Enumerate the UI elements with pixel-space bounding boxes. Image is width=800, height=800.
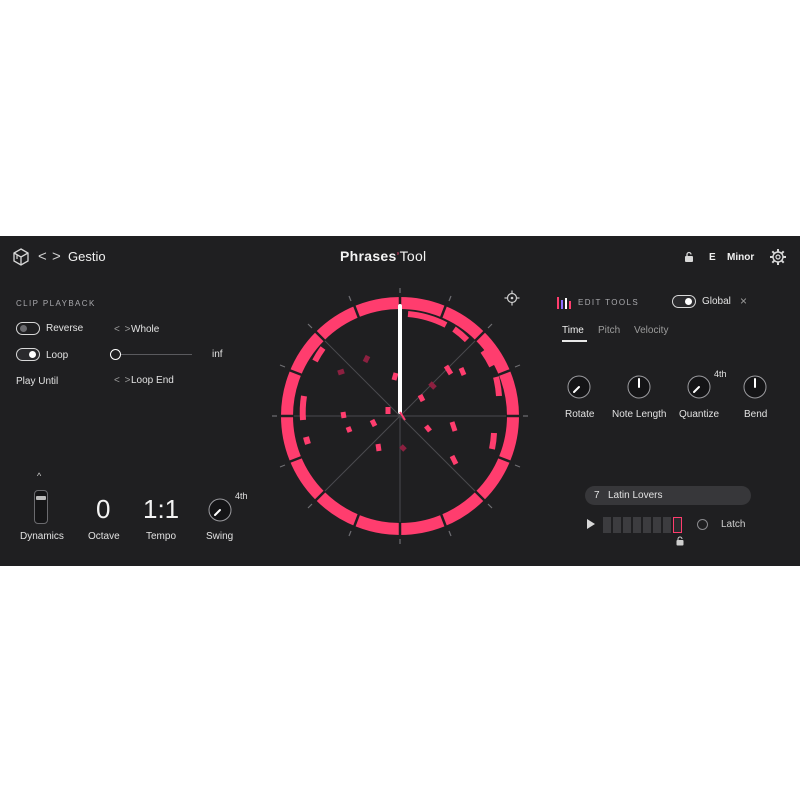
swing-knob[interactable] (207, 497, 233, 523)
reverse-toggle[interactable] (16, 322, 40, 335)
note-length-knob[interactable] (626, 374, 652, 400)
phrase-segment[interactable] (613, 517, 622, 533)
octave-value[interactable]: 0 (96, 494, 110, 525)
whole-selector[interactable]: Whole (131, 324, 159, 335)
key-root-selector[interactable]: E (709, 252, 716, 263)
phrase-name: Latin Lovers (608, 490, 663, 501)
swing-label: Swing (206, 531, 234, 542)
loop-slider-thumb[interactable] (110, 349, 121, 360)
phrase-segment-active[interactable] (673, 517, 682, 533)
dynamics-handle[interactable] (36, 496, 46, 500)
latch-label: Latch (721, 519, 746, 530)
phrase-segment[interactable] (603, 517, 612, 533)
inf-value: inf (212, 349, 223, 360)
quantize-value: 4th (714, 369, 727, 379)
cube-logo-icon[interactable] (12, 248, 30, 266)
phrase-segment[interactable] (623, 517, 632, 533)
octave-label: Octave (88, 531, 120, 542)
tempo-label: Tempo (146, 531, 177, 542)
phrase-number: 7 (594, 490, 600, 501)
next-preset-button[interactable]: > (52, 248, 61, 265)
tab-pitch[interactable]: Pitch (598, 325, 620, 336)
phrase-segment[interactable] (633, 517, 642, 533)
note-length-label: Note Length (612, 409, 667, 420)
loop-slider-track[interactable] (116, 354, 192, 355)
whole-chevron-icon[interactable]: < > (114, 324, 131, 335)
phrase-segment[interactable] (653, 517, 662, 533)
bend-label: Bend (744, 409, 768, 420)
phrase-segment[interactable] (663, 517, 672, 533)
lock-icon[interactable] (684, 251, 694, 263)
edit-tools-icon (557, 297, 571, 309)
rotate-label: Rotate (565, 409, 595, 420)
app-title: PhrasesʼTool (340, 248, 426, 264)
edit-tools-title: EDIT TOOLS (578, 298, 640, 307)
crosshair-icon[interactable] (504, 290, 520, 306)
swing-value: 4th (235, 491, 248, 501)
clip-playback-title: CLIP PLAYBACK (16, 299, 96, 308)
play-until-label: Play Until (16, 376, 59, 387)
tempo-value[interactable]: 1:1 (143, 494, 179, 525)
preset-name[interactable]: Gestio (68, 249, 106, 264)
play-icon[interactable] (586, 518, 596, 530)
phrase-segment[interactable] (643, 517, 652, 533)
global-label: Global (702, 296, 731, 307)
reverse-label: Reverse (46, 323, 84, 334)
loop-label: Loop (46, 350, 69, 361)
bend-knob[interactable] (742, 374, 768, 400)
tab-velocity[interactable]: Velocity (634, 325, 668, 336)
key-scale-selector[interactable]: Minor (727, 252, 754, 263)
close-icon[interactable]: × (740, 294, 747, 308)
rotate-knob[interactable] (566, 374, 592, 400)
app-title-light: Tool (399, 248, 427, 264)
tab-time[interactable]: Time (562, 325, 584, 336)
reverse-toggle-knob (20, 325, 27, 332)
loop-toggle[interactable] (16, 348, 40, 361)
global-toggle-knob (685, 298, 692, 305)
active-tab-underline (562, 340, 587, 342)
segment-lock-icon[interactable] (676, 536, 684, 546)
previous-preset-button[interactable]: < (38, 248, 47, 265)
quantize-knob[interactable] (686, 374, 712, 400)
loop-end-chevron-icon[interactable]: < > (114, 375, 131, 386)
phrase-wheel[interactable] (268, 284, 532, 548)
global-toggle[interactable] (672, 295, 696, 308)
dynamics-label: Dynamics (20, 531, 64, 542)
app-title-bold: Phrases (340, 248, 397, 264)
latch-toggle[interactable] (697, 519, 708, 530)
gear-icon[interactable] (769, 248, 787, 266)
quantize-label: Quantize (679, 409, 720, 420)
dynamics-up-icon[interactable]: ^ (37, 471, 41, 481)
loop-toggle-knob (29, 351, 36, 358)
phrases-tool-panel: < > Gestio PhrasesʼTool E Minor CLIP PLA… (0, 236, 800, 566)
loop-end-selector[interactable]: Loop End (131, 375, 174, 386)
